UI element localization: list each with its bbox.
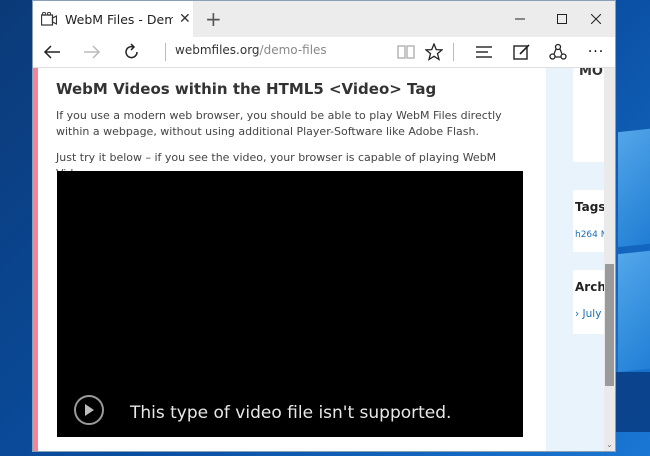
film-icon: [41, 12, 57, 26]
archive-link[interactable]: › July 2: [575, 308, 606, 320]
video-unsupported-message: This type of video file isn't supported.: [130, 403, 452, 423]
favorites-button[interactable]: [423, 41, 445, 63]
scroll-down-arrow[interactable]: ⌄: [604, 441, 615, 449]
back-arrow-icon: [43, 45, 60, 59]
new-tab-button[interactable]: +: [205, 7, 222, 31]
hub-button[interactable]: [473, 41, 495, 63]
close-icon: [591, 14, 601, 24]
archive-heading: Archiv: [575, 280, 606, 294]
refresh-icon: [125, 43, 138, 59]
maximize-icon: [557, 14, 567, 24]
close-tab-icon[interactable]: ✕: [179, 11, 191, 27]
tags-widget: Tags h264 MP: [573, 190, 606, 252]
minimize-icon: [515, 18, 525, 20]
tab-title: WebM Files - Demo Fil: [65, 11, 173, 27]
play-icon: [85, 404, 94, 416]
close-window-button[interactable]: [575, 1, 615, 37]
divider: [165, 43, 166, 61]
address-domain: webmfiles.org: [175, 43, 260, 57]
video-player[interactable]: This type of video file isn't supported.: [57, 171, 523, 437]
tab-strip: WebM Files - Demo Fil ✕ +: [33, 1, 615, 37]
address-toolbar: webmfiles.org/demo-files ···: [33, 37, 615, 68]
article-heading: WebM Videos within the HTML5 <Video> Tag: [56, 80, 437, 98]
tags-heading: Tags: [575, 200, 606, 214]
desktop-wallpaper-panel: [618, 249, 650, 373]
scroll-thumb[interactable]: [605, 264, 614, 386]
address-path: /demo-files: [259, 43, 327, 57]
play-button[interactable]: [74, 395, 104, 425]
tag-link[interactable]: h264 MP: [575, 230, 606, 240]
forward-arrow-icon: [84, 45, 101, 59]
star-icon: [425, 43, 443, 61]
main-content: WebM Videos within the HTML5 <Video> Tag…: [38, 68, 546, 451]
browser-window: WebM Files - Demo Fil ✕ + webmfiles.org/…: [32, 0, 616, 452]
minimize-button[interactable]: [499, 1, 541, 37]
back-button[interactable]: [41, 41, 63, 63]
hub-icon: [476, 46, 492, 58]
divider: [453, 43, 454, 61]
web-note-button[interactable]: [511, 41, 533, 63]
page-viewport: WebM Videos within the HTML5 <Video> Tag…: [33, 68, 615, 451]
desktop-wallpaper-panel: [618, 127, 650, 248]
article-paragraph: If you use a modern web browser, you sho…: [56, 109, 502, 138]
sidebar-widget-text: MO: [579, 68, 603, 79]
forward-button[interactable]: [81, 41, 103, 63]
sidebar-widget: MO: [573, 68, 606, 162]
share-icon: [549, 43, 567, 60]
pen-note-icon: [513, 44, 530, 60]
book-icon: [397, 45, 415, 59]
vertical-scrollbar[interactable]: ⌄: [604, 68, 615, 451]
archive-widget: Archiv › July 2: [573, 270, 606, 334]
scroll-up-arrow[interactable]: [604, 68, 615, 76]
tab-webm-files[interactable]: WebM Files - Demo Fil ✕: [33, 1, 193, 37]
share-button[interactable]: [547, 41, 569, 63]
address-bar[interactable]: webmfiles.org/demo-files: [175, 43, 327, 57]
refresh-button[interactable]: [121, 41, 143, 63]
more-icon[interactable]: ···: [585, 41, 607, 63]
reading-view-button[interactable]: [395, 41, 417, 63]
sidebar: MO Tags h264 MP Archiv › July 2: [561, 68, 606, 451]
